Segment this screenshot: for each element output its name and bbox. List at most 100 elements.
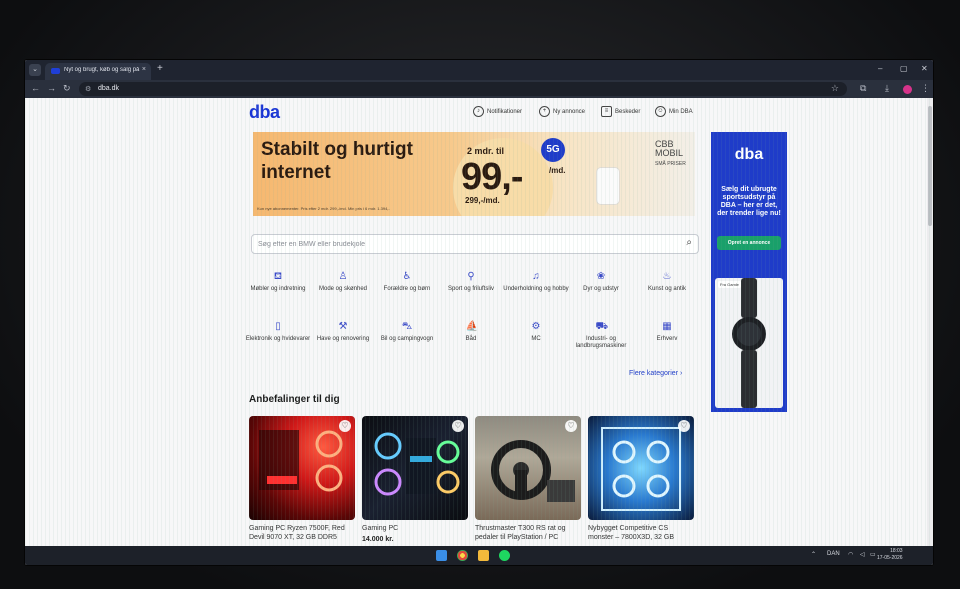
ad-footnote: Kun nye abonnementer. Pris efter 2 mdr. … xyxy=(257,206,390,211)
listing-title[interactable]: Gaming PC xyxy=(362,524,468,533)
category-fashion[interactable]: ♙ Mode og skønhed xyxy=(308,272,378,293)
paw-icon: ❀ xyxy=(596,271,606,282)
screen: ⌄ Nyt og brugt, køb og salg på D × + – ▢… xyxy=(25,60,933,565)
page-scrollbar[interactable] xyxy=(927,98,933,546)
category-industry[interactable]: ⛟ Industri- og landbrugsmaskiner xyxy=(566,322,636,350)
category-garden[interactable]: ⚒ Have og renovering xyxy=(308,322,378,343)
category-boat[interactable]: ⛵ Båd xyxy=(436,322,506,343)
battery-icon[interactable]: ▭ xyxy=(870,551,876,558)
category-pets[interactable]: ❀ Dyr og udstyr xyxy=(566,272,636,293)
dba-side-ad[interactable]: dba Sælg dit ubrugte sportsudstyr på DBA… xyxy=(711,132,787,412)
cbb-banner-ad[interactable]: Stabilt og hurtigt internet 2 mdr. til 9… xyxy=(253,132,695,216)
nav-my-dba[interactable]: ☺ Min DBA xyxy=(655,106,693,117)
windows-taskbar: ⌃ DAN ◠ ◁ ▭ 18:03 17-05-2026 xyxy=(25,546,933,565)
listing-title[interactable]: Gaming PC Ryzen 7500F, Red Devil 9070 XT… xyxy=(249,524,355,542)
category-business[interactable]: ▦ Erhverv xyxy=(632,322,702,343)
recommendation-card[interactable]: ♡ Gaming PC 14.000 kr. xyxy=(362,416,468,546)
listing-image[interactable]: ♡ xyxy=(588,416,694,520)
dba-logo[interactable]: dba xyxy=(249,102,280,123)
category-art-antiques[interactable]: ♨ Kunst og antik xyxy=(632,272,702,293)
site-info-icon[interactable]: ⚙ xyxy=(85,85,91,93)
new-tab-button[interactable]: + xyxy=(157,63,163,74)
browser-tab-strip: ⌄ Nyt og brugt, køb og salg på D × + – ▢… xyxy=(25,60,933,80)
chrome-icon[interactable] xyxy=(457,550,468,561)
teapot-icon: ♨ xyxy=(662,271,672,282)
recommendation-card[interactable]: ♡ Nybygget Competitive CS monster – 7800… xyxy=(588,416,694,546)
favorite-heart-icon[interactable]: ♡ xyxy=(565,420,577,432)
address-bar[interactable]: ⚙ dba.dk ☆ xyxy=(79,82,847,96)
close-window-button[interactable]: ✕ xyxy=(921,64,928,73)
pc-case-image xyxy=(259,430,343,492)
listing-image[interactable]: ♡ xyxy=(475,416,581,520)
category-car[interactable]: ⛍ Bil og campingvogn xyxy=(372,322,442,343)
car-icon: ⛍ xyxy=(401,321,413,332)
listing-title[interactable]: Thrustmaster T300 RS rat og pedaler til … xyxy=(475,524,581,542)
ad-after-price: 299,-/md. xyxy=(465,196,500,205)
create-listing-button[interactable]: Opret en annonce xyxy=(717,236,781,250)
listing-title[interactable]: Nybygget Competitive CS monster – 7800X3… xyxy=(588,524,694,542)
scrollbar-thumb[interactable] xyxy=(928,106,932,226)
file-explorer-icon[interactable] xyxy=(478,550,489,561)
download-icon[interactable]: ⤓ xyxy=(885,83,889,94)
minimize-button[interactable]: – xyxy=(878,64,882,73)
category-sport[interactable]: ⚲ Sport og friluftsliv xyxy=(436,272,506,293)
search-input[interactable] xyxy=(256,237,670,252)
nav-messages[interactable]: ≡ Beskeder xyxy=(601,106,640,117)
taskbar-clock[interactable]: 18:03 17-05-2026 xyxy=(877,548,903,562)
router-image xyxy=(597,168,619,204)
pc-case-image xyxy=(601,427,681,511)
search-box[interactable]: ⌕ xyxy=(251,234,699,254)
wifi-icon[interactable]: ◠ xyxy=(848,551,853,558)
more-categories-link[interactable]: Flere kategorier › xyxy=(629,370,682,377)
listing-price: 14.000 kr. xyxy=(362,536,394,543)
category-electronics[interactable]: ▯ Elektronik og hvidevarer xyxy=(243,322,313,343)
dba-page: dba ♪ Notifikationer + Ny annonce ≡ Beskede… xyxy=(25,98,933,546)
profile-avatar[interactable] xyxy=(903,85,912,94)
tractor-icon: ⛟ xyxy=(595,321,609,332)
back-icon[interactable]: ← xyxy=(31,83,40,93)
tab-close-icon[interactable]: × xyxy=(142,66,146,73)
category-mc[interactable]: ⚙ MC xyxy=(501,322,571,343)
address-url[interactable]: dba.dk xyxy=(98,85,119,92)
language-indicator[interactable]: DAN xyxy=(827,551,840,557)
recommendation-card[interactable]: ♡ Gaming PC Ryzen 7500F, Red Devil 9070 … xyxy=(249,416,355,546)
5g-badge: 5G xyxy=(541,138,565,162)
tab-search-button[interactable]: ⌄ xyxy=(29,64,41,76)
spotify-icon[interactable] xyxy=(499,550,510,561)
stroller-icon: ♿ xyxy=(402,271,412,282)
listing-image[interactable]: ♡ xyxy=(249,416,355,520)
category-entertainment[interactable]: ♫ Underholdning og hobby xyxy=(501,272,571,293)
reload-icon[interactable]: ↻ xyxy=(63,83,71,94)
motorcycle-icon: ⚙ xyxy=(531,321,541,332)
side-ad-logo: dba xyxy=(734,146,764,163)
category-furniture[interactable]: ⛾ Møbler og indretning xyxy=(243,272,313,293)
listing-image[interactable]: ♡ xyxy=(362,416,468,520)
bookmark-star-icon[interactable]: ☆ xyxy=(831,83,839,94)
nav-notifications[interactable]: ♪ Notifikationer xyxy=(473,106,522,117)
favorite-heart-icon[interactable]: ♡ xyxy=(452,420,464,432)
side-ad-text: Sælg dit ubrugte sportsudstyr på DBA – h… xyxy=(717,186,781,217)
ad-months: 2 mdr. til xyxy=(467,146,505,156)
tray-chevron-icon[interactable]: ⌃ xyxy=(811,551,816,558)
tshirt-icon: ♙ xyxy=(338,271,348,282)
drill-icon: ⚒ xyxy=(338,321,348,332)
search-icon[interactable]: ⌕ xyxy=(686,237,692,248)
windows-start-icon[interactable] xyxy=(436,550,447,561)
category-parents-children[interactable]: ♿ Forældre og børn xyxy=(372,272,442,293)
guitar-icon: ♫ xyxy=(532,271,540,282)
favorite-heart-icon[interactable]: ♡ xyxy=(339,420,351,432)
nav-new-listing[interactable]: + Ny annonce xyxy=(539,106,585,117)
pc-case-image xyxy=(374,432,460,496)
user-icon: ☺ xyxy=(655,106,666,117)
phone-icon: ▯ xyxy=(275,321,281,332)
plus-circle-icon: + xyxy=(539,106,550,117)
recommendation-card[interactable]: ♡ Thrustmaster T300 RS rat og pedaler ti… xyxy=(475,416,581,546)
maximize-button[interactable]: ▢ xyxy=(900,64,908,73)
browser-menu-icon[interactable]: ⋮ xyxy=(921,83,930,94)
favorite-heart-icon[interactable]: ♡ xyxy=(678,420,690,432)
volume-icon[interactable]: ◁ xyxy=(860,551,865,558)
browser-tab[interactable]: Nyt og brugt, køb og salg på D × xyxy=(45,63,151,80)
forward-icon[interactable]: → xyxy=(47,83,56,93)
side-ad-product-card[interactable]: Fra Gamle xyxy=(715,278,783,408)
extensions-icon[interactable]: ⧉ xyxy=(860,83,866,94)
